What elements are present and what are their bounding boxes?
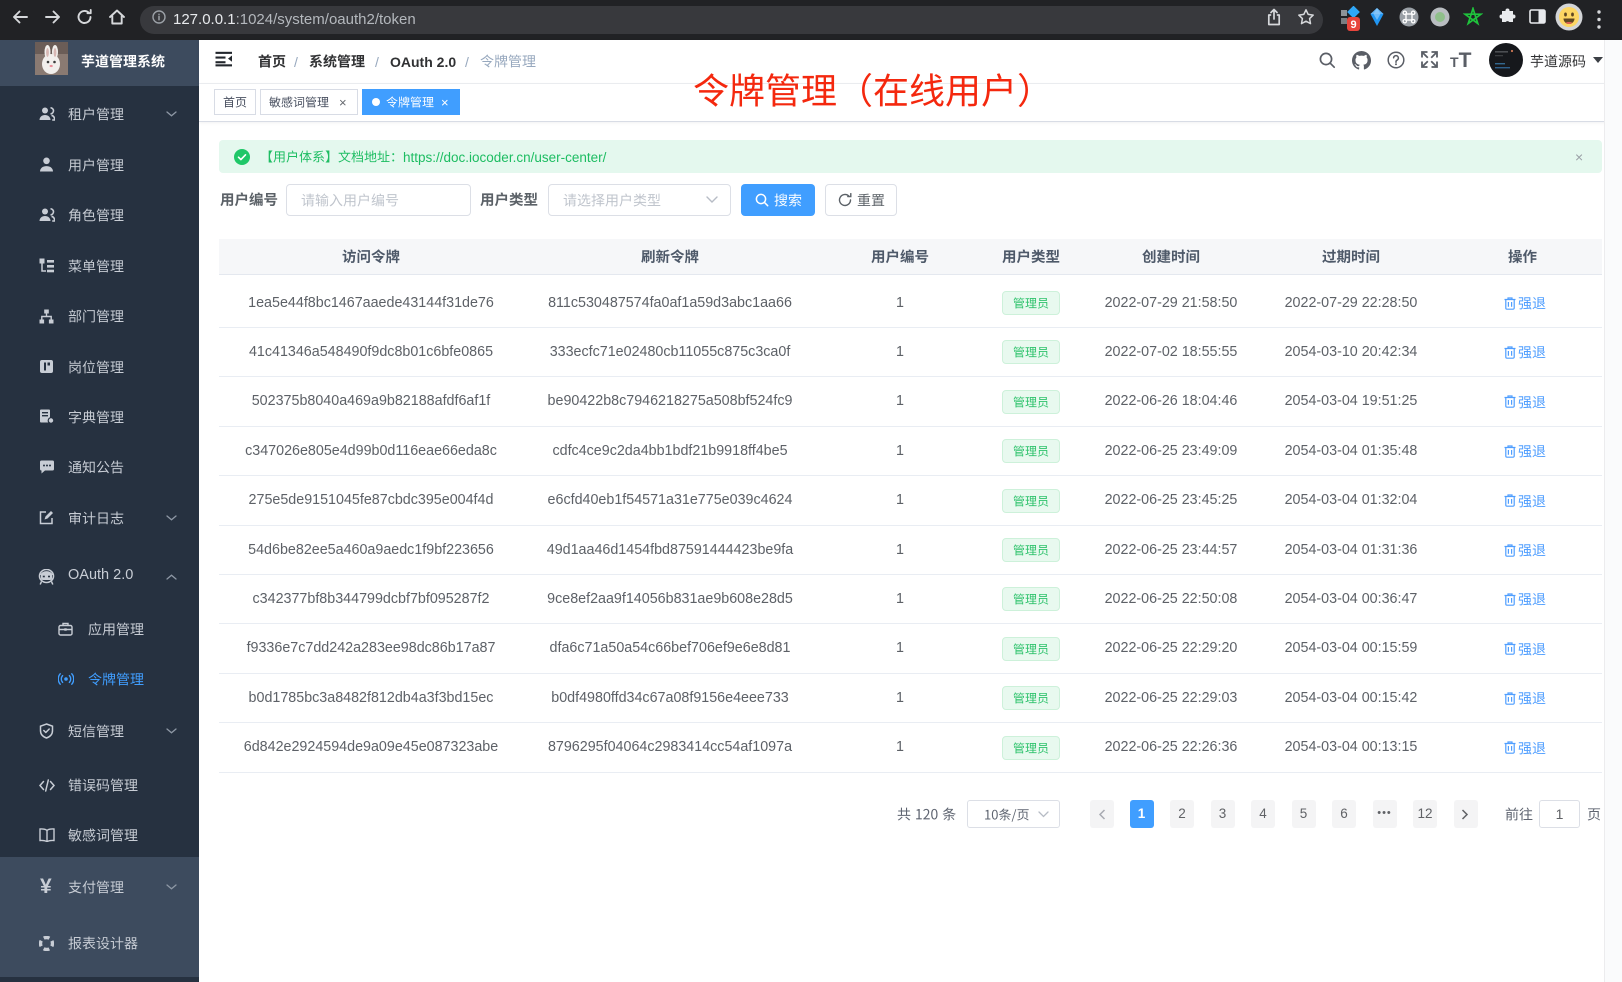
svg-text:9: 9 bbox=[1350, 19, 1356, 31]
